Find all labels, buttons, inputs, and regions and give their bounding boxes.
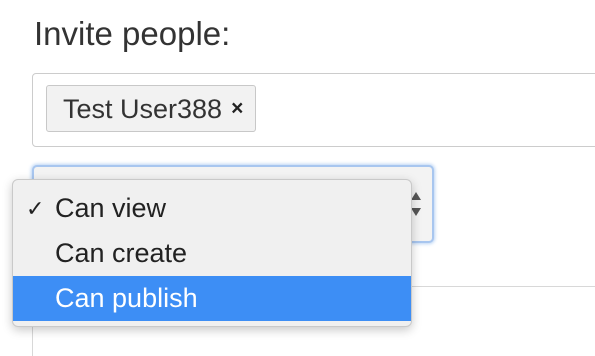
user-token: Test User388 ×: [46, 85, 257, 132]
option-label: Can create: [55, 238, 188, 268]
close-icon[interactable]: ×: [231, 98, 243, 119]
option-can-create[interactable]: Can create: [13, 231, 411, 276]
invite-heading: Invite people:: [34, 15, 231, 52]
check-icon: ✓: [26, 196, 45, 221]
option-can-publish[interactable]: Can publish: [13, 276, 411, 321]
user-token-label: Test User388: [63, 93, 223, 124]
invite-people-input[interactable]: Test User388 ×: [32, 73, 595, 147]
option-label: Can publish: [55, 283, 198, 313]
option-can-view[interactable]: ✓ Can view: [13, 186, 411, 231]
permission-dropdown-menu: ✓ Can view Can create Can publish: [12, 179, 412, 327]
option-label: Can view: [55, 193, 167, 223]
